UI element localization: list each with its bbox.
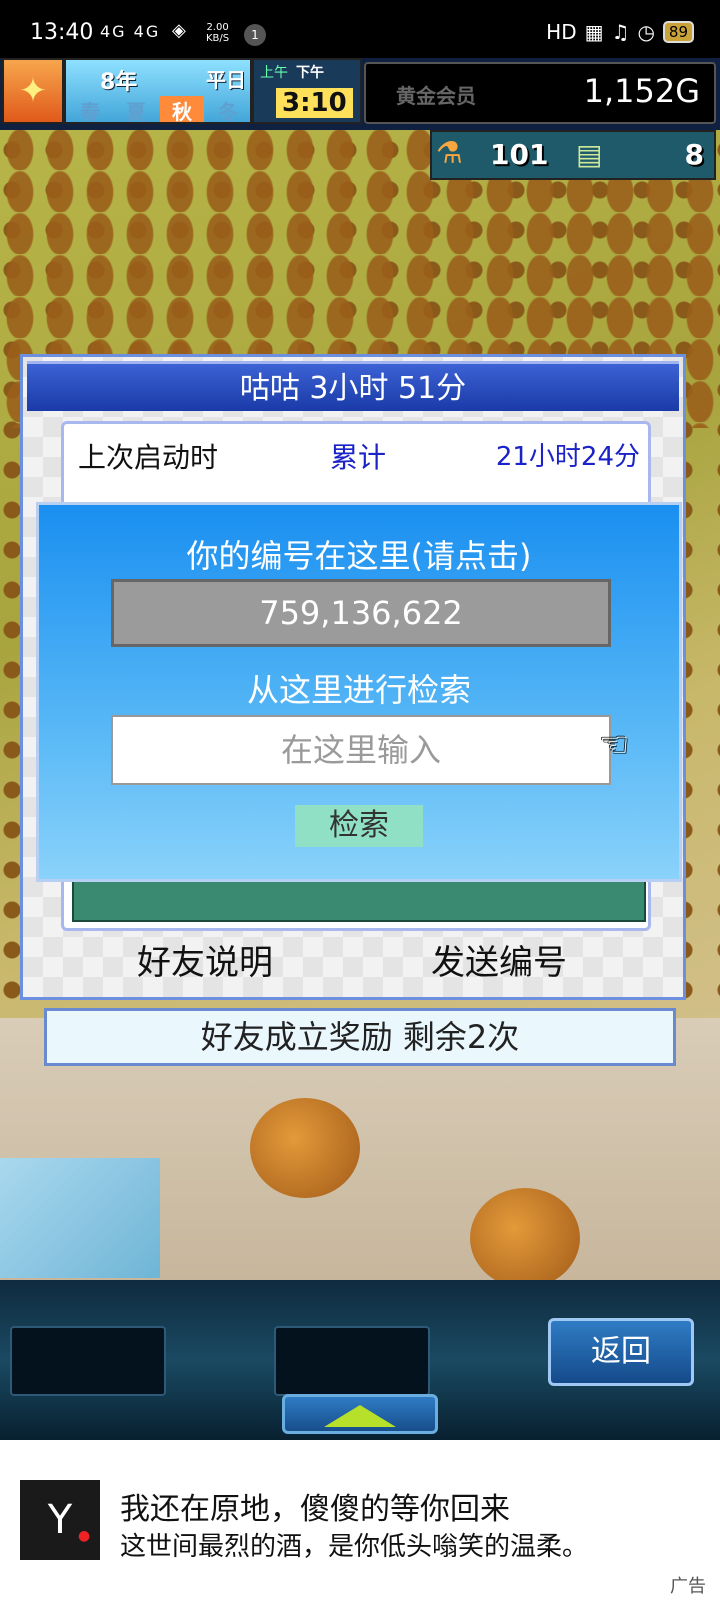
alarm-icon: ◷ <box>637 20 655 44</box>
up-arrow-icon <box>324 1405 396 1427</box>
network-speed-unit: KB/S <box>206 33 230 44</box>
autumn-tree <box>470 1188 580 1280</box>
total-label: 累计 <box>330 441 387 474</box>
ad-subtitle: 这世间最烈的酒，是你低头嗡笑的温柔。 <box>120 1532 589 1562</box>
toolbar-slot-1[interactable] <box>10 1326 166 1396</box>
panel-footer: 好友说明 发送编号 <box>23 935 683 995</box>
ad-logo-dot: ● <box>78 1528 91 1544</box>
money-display: 黄金会员 1,152G <box>364 62 716 124</box>
send-id-button[interactable]: 发送编号 <box>431 935 567 984</box>
flask-icon: ⚗ <box>436 136 463 171</box>
status-time: 13:40 <box>30 20 94 45</box>
mute-icon: ♫ <box>611 20 630 44</box>
last-launch-label: 上次启动时 <box>78 441 219 474</box>
year-label: 8年 <box>100 70 138 95</box>
ad-banner[interactable]: Y ● 我还在原地，傻傻的等你回来 这世间最烈的酒，是你低头嗡笑的温柔。 广告 <box>0 1440 720 1600</box>
research-points: 101 <box>490 138 549 171</box>
pointing-hand-icon: ☜ <box>599 725 630 765</box>
pm-label: 下午 <box>296 65 324 81</box>
signal-icon: 4G 4G <box>100 22 161 41</box>
season-winter: 冬 <box>218 100 238 124</box>
gamepad-icon: ▦ <box>584 20 604 44</box>
season-autumn: 秋 <box>160 96 204 124</box>
hd-label: HD <box>546 20 577 44</box>
ad-title: 我还在原地，傻傻的等你回来 <box>120 1492 510 1527</box>
game-hud: ✦ 8年 平日 春 夏 秋 冬 上午 下午 3:10 黄金会员 1,152G <box>0 58 720 130</box>
friend-id-input[interactable]: 在这里输入 <box>111 715 611 785</box>
search-button[interactable]: 检索 <box>295 805 423 847</box>
wifi-icon: ◈ <box>172 20 186 41</box>
ticket-count: 8 <box>684 138 704 171</box>
network-speed: 2.00 KB/S <box>206 22 229 44</box>
calendar: 8年 平日 春 夏 秋 冬 <box>64 58 252 124</box>
gold-amount: 1,152G <box>583 72 700 110</box>
search-label: 从这里进行检索 <box>246 671 471 709</box>
back-button[interactable]: 返回 <box>548 1318 694 1386</box>
clock-time: 3:10 <box>276 88 353 118</box>
your-id-value[interactable]: 759,136,622 <box>111 579 611 647</box>
your-id-label: 你的编号在这里(请点击) <box>186 537 532 575</box>
status-bar: 13:40 4G 4G ◈ 2.00 KB/S 1 HD ▦ ♫ ◷ 89 <box>0 0 720 58</box>
expand-menu-button[interactable] <box>282 1394 438 1434</box>
panel-title: 咕咕 3小时 51分 <box>27 361 679 411</box>
fire-icon[interactable]: ✦ <box>2 58 64 124</box>
friend-help-button[interactable]: 好友说明 <box>137 935 273 984</box>
ampm-indicator: 上午 下午 <box>260 62 324 82</box>
season-list: 春 夏 秋 冬 <box>68 96 250 124</box>
game-clock: 上午 下午 3:10 <box>252 58 362 124</box>
network-speed-value: 2.00 <box>206 22 229 33</box>
notification-badge: 1 <box>244 24 266 46</box>
glass-building <box>0 1158 160 1278</box>
friend-search-dialog: 你的编号在这里(请点击) 759,136,622 从这里进行检索 在这里输入 ☜… <box>36 502 682 882</box>
season-summer: 夏 <box>126 100 146 124</box>
ad-tag: 广告 <box>670 1576 706 1597</box>
member-label: 黄金会员 <box>396 84 476 108</box>
autumn-tree <box>250 1098 360 1198</box>
am-label: 上午 <box>260 65 288 81</box>
bottom-toolbar: 返回 <box>0 1280 720 1440</box>
battery-icon: 89 <box>662 21 694 43</box>
toolbar-slot-2[interactable] <box>274 1326 430 1396</box>
friend-reward-banner: 好友成立奖励 剩余2次 <box>44 1008 676 1066</box>
status-right: HD ▦ ♫ ◷ 89 <box>546 20 694 44</box>
weekday-label: 平日 <box>206 68 246 92</box>
total-hours: 21小时24分 <box>495 442 640 472</box>
resource-bar: ⚗ 101 ▤ 8 <box>430 130 716 180</box>
season-spring: 春 <box>80 100 100 124</box>
ticket-icon: ▤ <box>576 138 603 171</box>
ad-logo: Y ● <box>20 1480 100 1560</box>
